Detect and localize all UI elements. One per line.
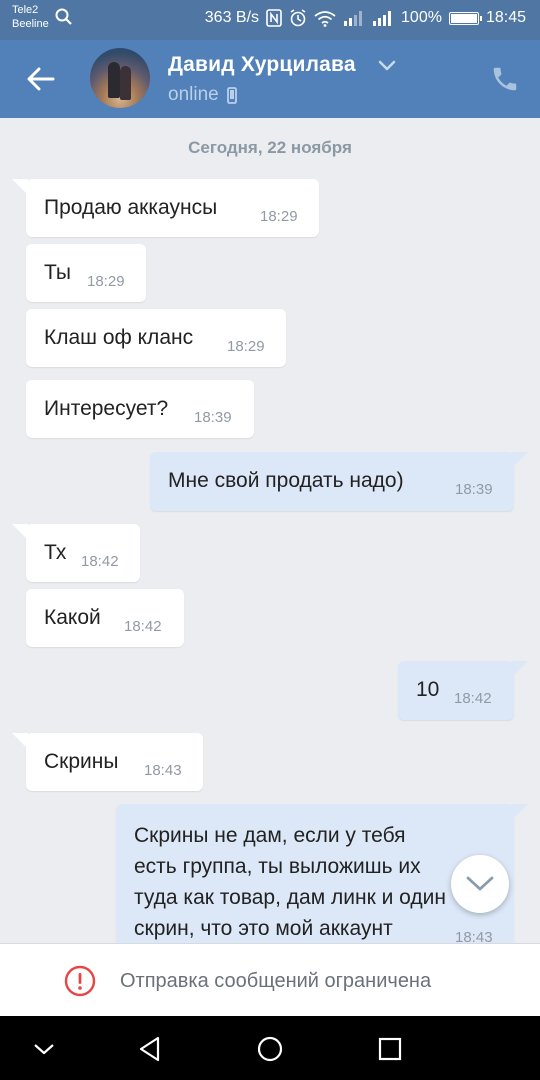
message-line: есть группа, ты выложишь их bbox=[134, 855, 421, 878]
message-text: Ты bbox=[44, 261, 71, 284]
home-circle-icon bbox=[257, 1036, 283, 1062]
message-text: Скрины bbox=[44, 750, 119, 773]
message-incoming[interactable]: Интересует? 18:39 bbox=[26, 380, 254, 438]
hide-keyboard-chevron-icon bbox=[34, 1044, 54, 1055]
restricted-text: Отправка сообщений ограничена bbox=[120, 970, 432, 992]
message-outgoing[interactable]: Мне свой продать надо) 18:39 bbox=[150, 452, 528, 511]
message-line: скрин, что это мой аккаунт bbox=[134, 917, 393, 940]
message-incoming[interactable]: Ты 18:29 bbox=[26, 244, 146, 302]
message-outgoing[interactable]: 10 18:42 bbox=[398, 661, 528, 720]
message-time: 18:43 bbox=[455, 929, 493, 943]
hide-keyboard-button[interactable] bbox=[26, 1032, 62, 1066]
online-status: online bbox=[168, 84, 237, 106]
carrier-2: Beeline bbox=[12, 18, 49, 30]
message-list[interactable]: Сегодня, 22 ноября Продаю аккаунсы 18:29… bbox=[0, 118, 540, 943]
recents-square-icon bbox=[378, 1037, 402, 1061]
status-bar: Tele2 Beeline 363 B/s 100% 18:45 bbox=[0, 0, 540, 40]
phone-icon bbox=[493, 67, 517, 91]
battery-percent: 100% bbox=[401, 9, 442, 26]
message-incoming[interactable]: Клаш оф кланс 18:29 bbox=[26, 309, 286, 367]
message-time: 18:29 bbox=[227, 338, 265, 355]
chat-header: Давид Хурцилава online bbox=[0, 40, 540, 118]
message-time: 18:42 bbox=[81, 553, 119, 570]
contact-name[interactable]: Давид Хурцилава bbox=[168, 53, 356, 77]
nav-recents-button[interactable] bbox=[372, 1032, 408, 1066]
message-text: Какой bbox=[44, 606, 101, 629]
message-time: 18:39 bbox=[194, 409, 232, 426]
nav-home-button[interactable] bbox=[252, 1032, 288, 1066]
system-nav-bar bbox=[0, 1016, 540, 1080]
message-text: Тх bbox=[44, 541, 67, 564]
message-time: 18:42 bbox=[124, 618, 162, 635]
signal-icon-2 bbox=[373, 11, 392, 26]
nav-back-button[interactable] bbox=[132, 1032, 168, 1066]
message-line: Скрины не дам, если у тебя bbox=[134, 824, 406, 847]
battery-icon bbox=[448, 11, 482, 25]
chevron-down-icon bbox=[466, 876, 494, 891]
back-button[interactable] bbox=[20, 60, 62, 98]
message-text: 10 bbox=[416, 678, 440, 701]
back-arrow-icon bbox=[27, 67, 55, 91]
carrier-1: Tele2 bbox=[12, 4, 39, 16]
nfc-icon bbox=[266, 9, 282, 27]
search-icon bbox=[55, 8, 72, 25]
signal-icon bbox=[344, 11, 363, 26]
wifi-icon bbox=[314, 10, 336, 27]
message-incoming[interactable]: Тх 18:42 bbox=[12, 524, 140, 582]
date-divider: Сегодня, 22 ноября bbox=[188, 138, 352, 157]
scroll-to-bottom-button[interactable] bbox=[451, 855, 509, 913]
call-button[interactable] bbox=[490, 64, 520, 94]
message-time: 18:29 bbox=[260, 208, 298, 225]
message-incoming[interactable]: Скрины 18:43 bbox=[12, 733, 203, 791]
message-text: Продаю аккаунсы bbox=[44, 196, 218, 219]
message-text: Клаш оф кланс bbox=[44, 326, 194, 349]
message-text: Интересует? bbox=[44, 397, 169, 420]
message-text: Скрины не дам, если у тебя есть группа, … bbox=[134, 820, 446, 943]
message-time: 18:39 bbox=[455, 481, 493, 498]
message-time: 18:43 bbox=[144, 762, 182, 779]
message-incoming[interactable]: Продаю аккаунсы 18:29 bbox=[12, 179, 319, 237]
alarm-icon bbox=[290, 9, 306, 27]
status-icons: 363 B/s 100% 18:45 bbox=[205, 9, 526, 27]
message-time: 18:42 bbox=[454, 690, 492, 707]
status-text: online bbox=[168, 84, 219, 105]
carrier-names: Tele2 Beeline bbox=[12, 3, 49, 31]
warning-icon bbox=[64, 965, 96, 997]
message-line: туда как товар, дам линк и один bbox=[134, 886, 446, 909]
avatar[interactable] bbox=[90, 48, 150, 108]
sending-restricted-bar: Отправка сообщений ограничена bbox=[0, 943, 540, 1017]
mobile-device-icon bbox=[226, 86, 237, 104]
chevron-down-icon[interactable] bbox=[378, 60, 396, 72]
message-text: Мне свой продать надо) bbox=[168, 469, 404, 492]
message-time: 18:29 bbox=[87, 273, 125, 290]
back-triangle-icon bbox=[139, 1036, 160, 1062]
clock: 18:45 bbox=[485, 9, 526, 26]
network-speed: 363 B/s bbox=[204, 9, 260, 26]
message-incoming[interactable]: Какой 18:42 bbox=[26, 589, 184, 647]
